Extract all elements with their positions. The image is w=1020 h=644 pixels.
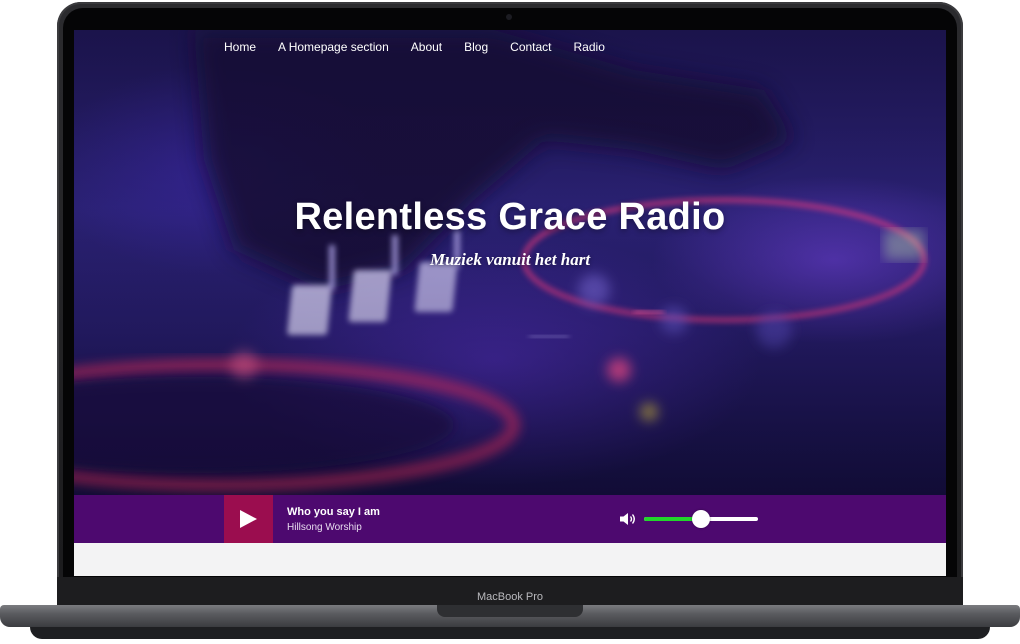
main-nav: Home A Homepage section About Blog Conta… <box>224 40 616 54</box>
volume-icon[interactable] <box>619 512 637 526</box>
hero-section: Home A Homepage section About Blog Conta… <box>74 30 946 495</box>
hero-title: Relentless Grace Radio <box>294 196 726 238</box>
device-label: MacBook Pro <box>476 591 544 603</box>
track-title: Who you say I am <box>287 506 380 518</box>
nav-homepage-section[interactable]: A Homepage section <box>267 40 400 54</box>
radio-player: Who you say I am Hillsong Worship <box>74 495 946 543</box>
volume-slider[interactable] <box>644 510 758 528</box>
website-screen: Home A Homepage section About Blog Conta… <box>74 30 946 576</box>
nav-blog[interactable]: Blog <box>453 40 499 54</box>
camera-icon <box>506 14 512 20</box>
play-button[interactable] <box>224 495 273 543</box>
play-icon <box>240 510 257 528</box>
nav-home[interactable]: Home <box>224 40 267 54</box>
nav-about[interactable]: About <box>400 40 453 54</box>
nav-radio[interactable]: Radio <box>563 40 616 54</box>
hero-subtitle: Muziek vanuit het hart <box>429 250 591 269</box>
volume-slider-handle[interactable] <box>692 510 710 528</box>
laptop-base-bottom <box>30 627 990 639</box>
lid-notch <box>437 605 583 617</box>
nav-contact[interactable]: Contact <box>499 40 562 54</box>
track-artist: Hillsong Worship <box>287 522 362 533</box>
